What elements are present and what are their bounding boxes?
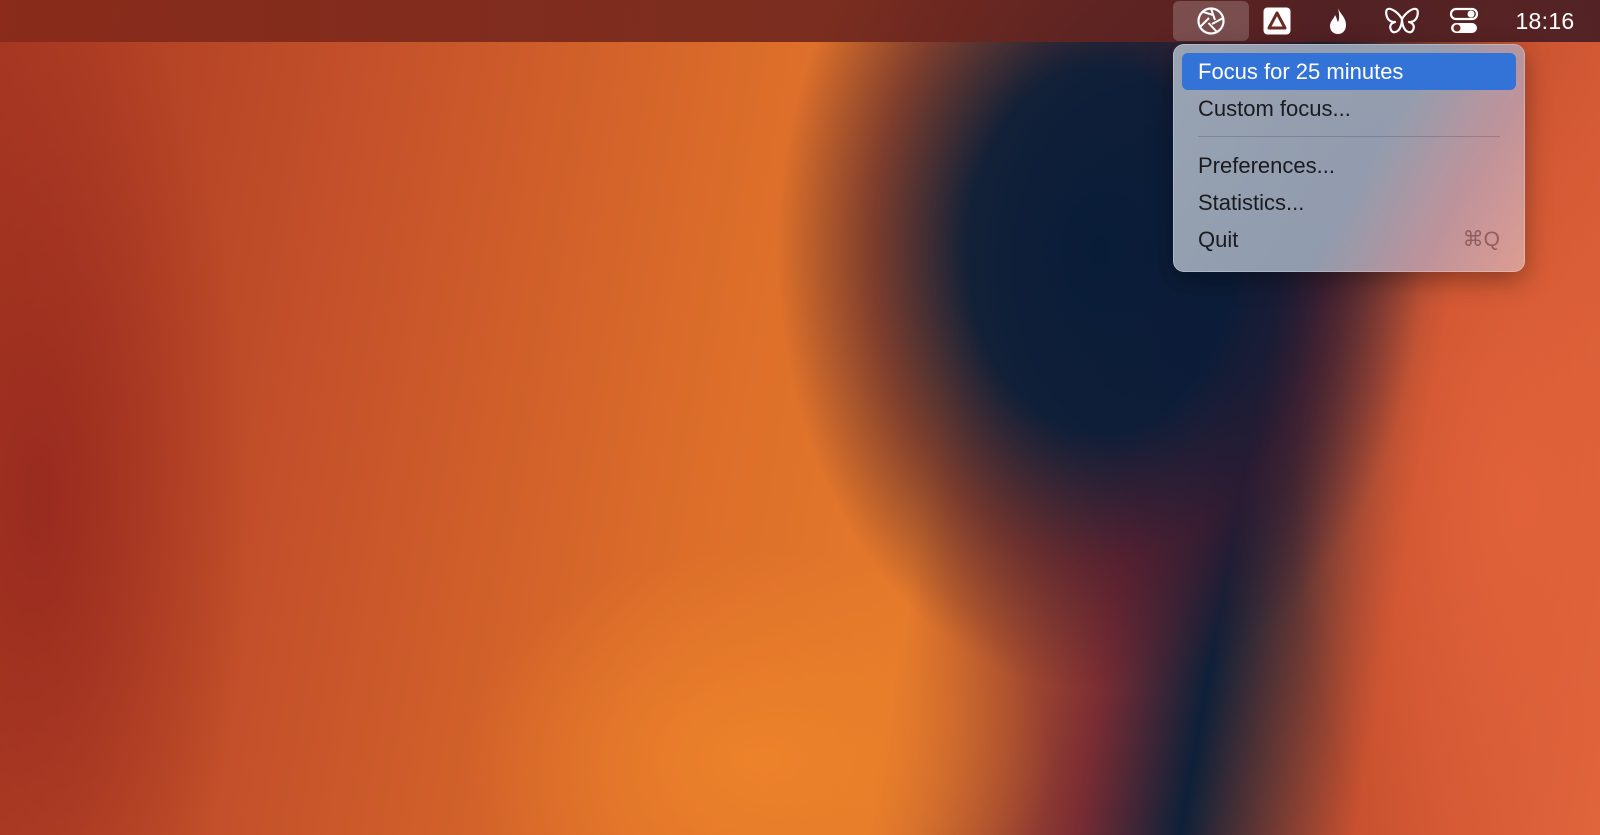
menu-item-statistics[interactable]: Statistics... (1182, 184, 1516, 221)
menu-item-quit[interactable]: Quit ⌘Q (1182, 221, 1516, 258)
flame-icon (1325, 6, 1351, 36)
butterfly-icon (1384, 6, 1420, 36)
flame-status-item[interactable] (1318, 0, 1358, 42)
quit-shortcut: ⌘Q (1462, 228, 1500, 251)
menu-item-custom-focus[interactable]: Custom focus... (1182, 90, 1516, 127)
menu-item-label: Focus for 25 minutes (1198, 58, 1404, 84)
drive-status-item[interactable] (1257, 0, 1297, 42)
butterfly-status-item[interactable] (1379, 0, 1425, 42)
clock-label: 18:16 (1515, 7, 1575, 34)
focus-app-dropdown-menu: Focus for 25 minutes Custom focus... Pre… (1173, 44, 1525, 272)
clock[interactable]: 18:16 (1500, 0, 1590, 42)
menu-bar: 18:16 (0, 0, 1600, 42)
control-center-status-item[interactable] (1444, 0, 1484, 42)
menu-item-label: Preferences... (1198, 152, 1335, 178)
desktop-wallpaper: 18:16 Focus for 25 minutes Custom focus.… (0, 0, 1600, 835)
control-center-toggles-icon (1449, 7, 1479, 35)
aperture-focus-icon (1196, 6, 1226, 36)
drive-triangle-icon (1262, 6, 1292, 36)
menu-item-label: Quit (1198, 226, 1239, 252)
menu-item-preferences[interactable]: Preferences... (1182, 147, 1516, 184)
menu-item-label: Custom focus... (1198, 95, 1351, 121)
focus-app-status-item[interactable] (1173, 1, 1249, 41)
menu-item-label: Statistics... (1198, 189, 1305, 215)
menu-item-focus-25-minutes[interactable]: Focus for 25 minutes (1182, 53, 1516, 90)
menu-separator (1198, 136, 1500, 137)
